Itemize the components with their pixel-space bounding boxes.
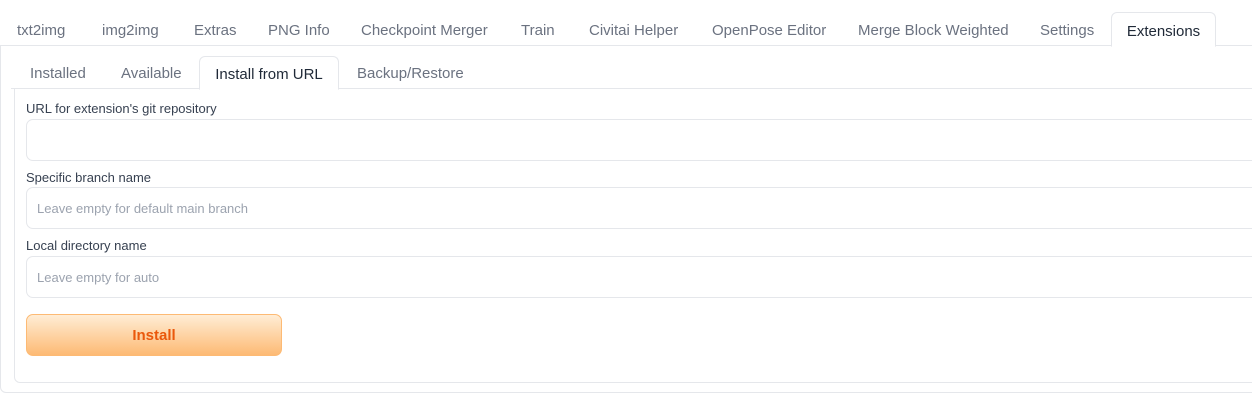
tab-extensions[interactable]: Extensions: [1111, 12, 1216, 47]
tab-settings[interactable]: Settings: [1040, 12, 1094, 45]
tab-png-info[interactable]: PNG Info: [268, 12, 330, 45]
branch-input[interactable]: [26, 187, 1252, 229]
extensions-sub-tab-bar: Installed Available Install from URL Bac…: [11, 56, 1252, 90]
url-input[interactable]: [26, 119, 1252, 161]
tab-txt2img[interactable]: txt2img: [17, 12, 65, 45]
tab-img2img[interactable]: img2img: [102, 12, 159, 45]
directory-label: Local directory name: [26, 238, 147, 253]
branch-label: Specific branch name: [26, 170, 152, 185]
tab-train[interactable]: Train: [521, 12, 555, 45]
main-tab-bar: txt2img img2img Extras PNG Info Checkpoi…: [0, 12, 1252, 47]
subtab-install-from-url[interactable]: Install from URL: [199, 56, 339, 90]
subtab-installed[interactable]: Installed: [30, 56, 86, 88]
tab-merge-block-weighted[interactable]: Merge Block Weighted: [858, 12, 1009, 45]
install-button[interactable]: Install: [26, 314, 282, 356]
tab-checkpoint-merger[interactable]: Checkpoint Merger: [361, 12, 488, 45]
tab-extras[interactable]: Extras: [194, 12, 237, 45]
url-label: URL for extension's git repository: [26, 101, 217, 116]
subtab-available[interactable]: Available: [121, 56, 182, 88]
tab-civitai-helper[interactable]: Civitai Helper: [589, 12, 678, 45]
directory-input[interactable]: [26, 256, 1252, 298]
subtab-backup-restore[interactable]: Backup/Restore: [357, 56, 464, 88]
tab-openpose-editor[interactable]: OpenPose Editor: [712, 12, 826, 45]
